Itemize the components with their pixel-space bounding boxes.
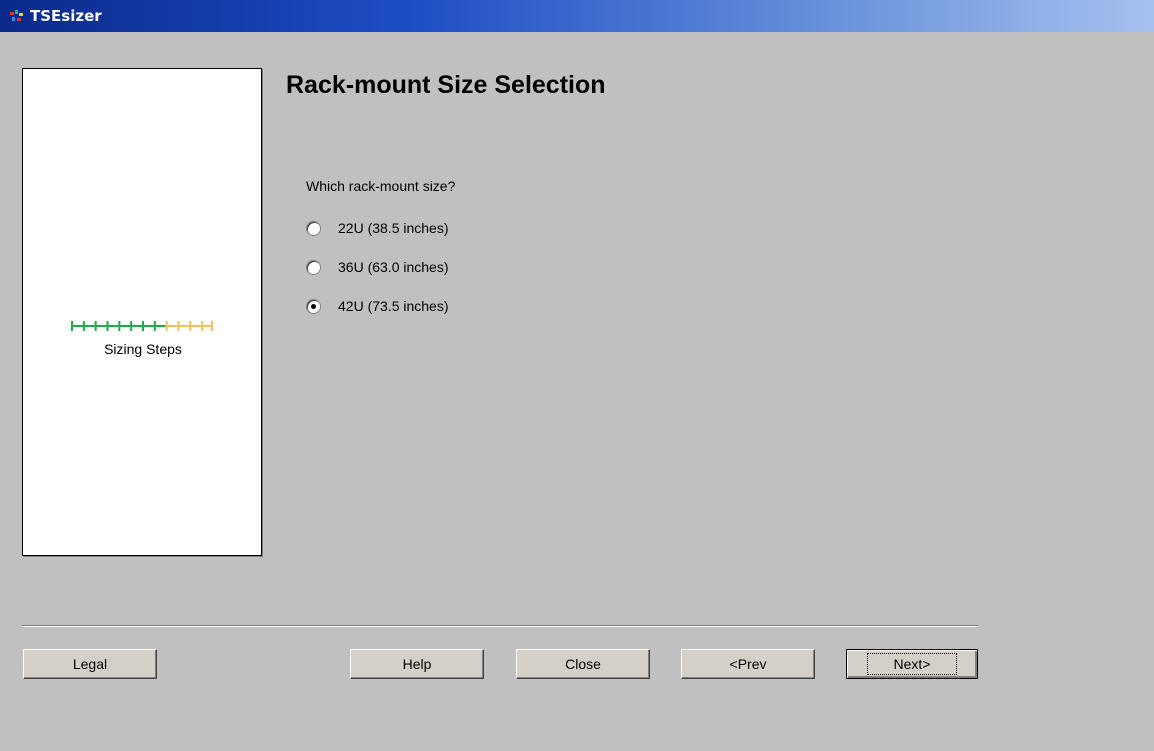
close-button[interactable]: Close [516, 649, 650, 679]
option-label: 36U (63.0 inches) [338, 259, 449, 275]
title-bar: TSEsizer [0, 0, 1154, 32]
radio-button[interactable] [306, 259, 321, 275]
step-tick [71, 321, 73, 331]
sizing-steps-label: Sizing Steps [104, 341, 182, 357]
option-label: 42U (73.5 inches) [338, 298, 449, 314]
side-panel: Sizing Steps [22, 68, 262, 556]
radio-button[interactable] [306, 298, 321, 314]
step-tick [82, 321, 85, 331]
prev-button[interactable]: <Prev [681, 649, 815, 679]
app-icon [10, 10, 23, 21]
page-title: Rack-mount Size Selection [286, 71, 606, 99]
step-tick [94, 321, 97, 331]
question-label: Which rack-mount size? [306, 178, 456, 194]
option-36u[interactable]: 36U (63.0 inches) [306, 257, 449, 277]
option-label: 22U (38.5 inches) [338, 220, 449, 236]
step-tick [142, 321, 144, 331]
window-title: TSEsizer [30, 7, 102, 25]
separator [22, 625, 978, 627]
radio-button[interactable] [306, 220, 321, 236]
step-tick [106, 321, 109, 331]
step-tick [177, 321, 180, 331]
step-tick [201, 321, 204, 331]
step-tick [118, 321, 121, 331]
step-tick [211, 321, 213, 331]
step-tick [165, 321, 168, 331]
option-42u[interactable]: 42U (73.5 inches) [306, 296, 449, 316]
next-button[interactable]: Next> [846, 649, 978, 679]
help-button[interactable]: Help [350, 649, 484, 679]
next-label: Next> [866, 653, 958, 675]
legal-button[interactable]: Legal [23, 649, 157, 679]
option-22u[interactable]: 22U (38.5 inches) [306, 218, 449, 238]
step-tick [153, 321, 156, 331]
step-tick [189, 321, 192, 331]
step-tick [130, 321, 133, 331]
sizing-steps-progress [71, 321, 213, 331]
